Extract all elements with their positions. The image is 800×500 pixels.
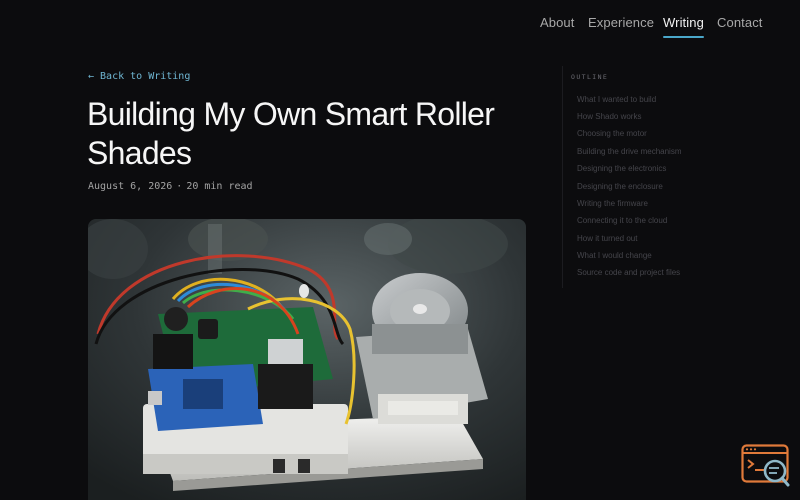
back-to-writing-link[interactable]: ← Back to Writing: [88, 71, 190, 82]
outline-item[interactable]: What I would change: [577, 251, 652, 260]
outline-item[interactable]: Writing the firmware: [577, 199, 648, 208]
outline-item[interactable]: Connecting it to the cloud: [577, 216, 667, 225]
outline-item[interactable]: Designing the electronics: [577, 164, 666, 173]
outline-item[interactable]: How it turned out: [577, 234, 637, 243]
terminal-search-icon: [741, 444, 790, 487]
outline-item[interactable]: Building the drive mechanism: [577, 147, 682, 156]
nav-contact-link[interactable]: Contact: [717, 15, 763, 30]
read-time: 20 min read: [186, 181, 253, 192]
active-nav-indicator: [663, 36, 704, 38]
article-title: Building My Own Smart Roller Shades: [87, 96, 495, 171]
article-meta: August 6, 2026 · 20 min read: [88, 181, 253, 192]
outline-item[interactable]: Designing the enclosure: [577, 182, 663, 191]
outline-divider: [562, 66, 563, 288]
outline-item[interactable]: Choosing the motor: [577, 129, 647, 138]
nav-about-link[interactable]: About: [540, 15, 574, 30]
article-outline: OUTLINE What I wanted to build How Shado…: [562, 66, 762, 288]
meta-separator: ·: [176, 181, 183, 192]
outline-heading: OUTLINE: [571, 73, 609, 81]
nav-experience-link[interactable]: Experience: [588, 15, 654, 30]
outline-item[interactable]: What I wanted to build: [577, 95, 656, 104]
hero-photo-illustration: [88, 219, 526, 500]
top-navigation: About Experience Writing Contact: [0, 0, 800, 48]
outline-item[interactable]: Source code and project files: [577, 268, 680, 277]
publish-date: August 6, 2026: [88, 181, 173, 192]
hero-image: [88, 219, 526, 500]
outline-item[interactable]: How Shado works: [577, 112, 641, 121]
nav-writing-link[interactable]: Writing: [663, 15, 704, 38]
nav-writing-label: Writing: [663, 15, 704, 30]
terminal-search-widget[interactable]: [741, 444, 791, 488]
